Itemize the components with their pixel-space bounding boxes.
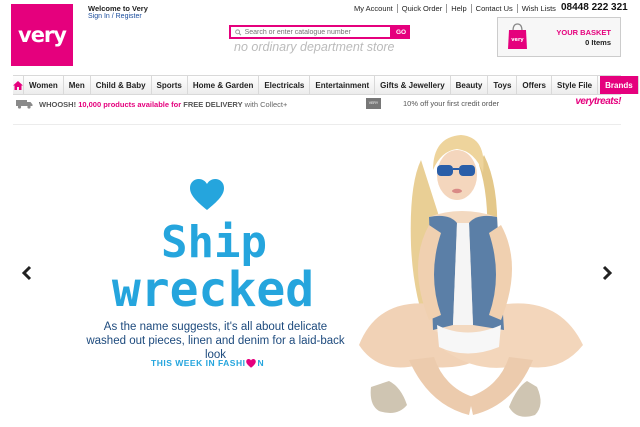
promo-free-delivery: FREE DELIVERY [183,99,243,109]
wish-lists-link[interactable]: Wish Lists [518,4,560,13]
search-go-button[interactable]: GO [392,25,410,39]
nav-item-entertainment[interactable]: Entertainment [310,76,376,94]
verytreats-logo[interactable]: verytreats! [575,96,621,107]
promo-bar: WHOOSH! 10,000 products available for FR… [13,96,621,116]
top-links: My Account Quick Order Help Contact Us W… [354,4,560,13]
nav-item-beauty[interactable]: Beauty [451,76,489,94]
hero-link-text: THIS WEEK IN FASHI [151,358,246,368]
heart-icon-small [246,358,257,368]
nav-item-brands[interactable]: Brands [600,76,639,94]
search-icon [235,28,242,35]
basket[interactable]: very YOUR BASKET 0 Items [497,17,621,57]
shopping-bag-icon: very [508,23,527,49]
carousel-next-arrow[interactable] [600,265,614,281]
heart-icon [190,179,224,210]
hero-banner[interactable]: Ship wrecked As the name suggests, it's … [13,124,621,427]
delivery-promo[interactable]: WHOOSH! 10,000 products available for FR… [39,100,287,109]
nav-item-child-baby[interactable]: Child & Baby [91,76,152,94]
basket-title: YOUR BASKET [556,28,611,37]
hero-link-text-end: N [257,358,265,368]
nav-home[interactable] [13,76,24,94]
tagline: no ordinary department store [234,40,395,54]
home-icon [13,80,23,90]
contact-us-link[interactable]: Contact Us [472,4,518,13]
nav-item-style-file[interactable]: Style File [552,76,599,94]
bag-logo-text: very [511,37,524,43]
search-bar: GO [229,25,410,39]
hero-description: As the name suggests, it's all about del… [86,321,345,361]
my-account-link[interactable]: My Account [354,4,398,13]
promo-text-2: with Collect+ [244,99,288,109]
search-box [229,25,392,39]
this-week-in-fashion-link[interactable]: THIS WEEK IN FASHI N [151,358,264,368]
welcome-text: Welcome to Very [88,4,148,13]
signin-register-link[interactable]: Sign In / Register [88,13,142,20]
nav-item-sports[interactable]: Sports [152,76,188,94]
promo-text-1: 10,000 products available for [78,99,182,109]
very-account-badge: VERY ACCOUNT [366,98,383,116]
account-offer-text[interactable]: 10% off your first credit order [403,99,499,108]
basket-item-count: 0 Items [585,38,611,47]
nav-item-electricals[interactable]: Electricals [259,76,311,94]
carousel-prev-arrow[interactable] [20,265,34,281]
nav-item-home-garden[interactable]: Home & Garden [188,76,260,94]
promo-whoosh: WHOOSH! [39,99,77,109]
nav-item-toys[interactable]: Toys [488,76,518,94]
nav-item-gifts-jewellery[interactable]: Gifts & Jewellery [375,76,451,94]
search-input[interactable] [244,28,390,36]
quick-order-link[interactable]: Quick Order [398,4,448,13]
very-logo[interactable]: very [11,4,73,66]
nav-item-men[interactable]: Men [64,76,91,94]
help-link[interactable]: Help [447,4,472,13]
nav-item-offers[interactable]: Offers [517,76,552,94]
nav-item-women[interactable]: Women [24,76,64,94]
hero-model-image [359,135,583,417]
main-nav: Women Men Child & Baby Sports Home & Gar… [13,75,639,95]
delivery-truck-icon [16,100,33,109]
logo-text: very [18,23,67,47]
phone-number: 08448 222 321 [561,2,628,13]
